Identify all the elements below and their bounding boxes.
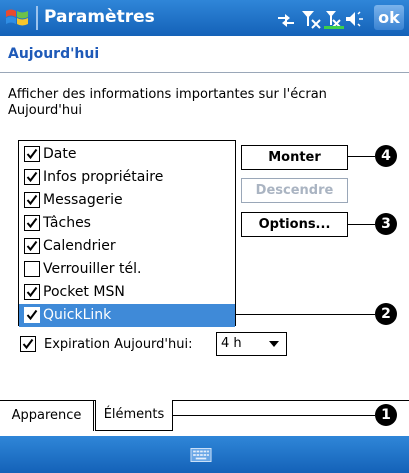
window-title: Paramètres xyxy=(44,7,155,27)
checkmark-icon xyxy=(22,338,34,350)
expiration-value: 4 h xyxy=(221,336,242,351)
ok-button[interactable]: ok xyxy=(374,5,404,30)
move-down-button[interactable]: Descendre xyxy=(241,178,348,203)
callout-line xyxy=(347,224,375,225)
description-text: Afficher des informations importantes su… xyxy=(8,87,327,118)
checkbox[interactable] xyxy=(24,307,40,323)
section-divider xyxy=(0,72,409,73)
callout-line xyxy=(347,156,375,157)
list-item-tasks[interactable]: Tâches xyxy=(19,212,235,235)
chevron-down-icon xyxy=(269,341,279,347)
connectivity-icon[interactable] xyxy=(278,14,294,27)
list-item-quicklink[interactable]: QuickLink xyxy=(19,304,235,327)
list-item-label: QuickLink xyxy=(43,307,112,323)
checkbox[interactable] xyxy=(24,169,40,185)
callout-line xyxy=(173,415,375,416)
checkbox[interactable] xyxy=(24,284,40,300)
checkbox[interactable] xyxy=(24,192,40,208)
list-item-label: Infos propriétaire xyxy=(43,169,164,185)
callout-2: 2 xyxy=(375,303,397,325)
title-bar: Paramètres ok xyxy=(0,0,409,36)
checkbox[interactable] xyxy=(24,261,40,277)
checkbox[interactable] xyxy=(24,215,40,231)
expiration-label: Expiration Aujourd'hui: xyxy=(44,337,193,352)
page-title: Aujourd'hui xyxy=(8,46,100,62)
list-item-label: Tâches xyxy=(43,215,91,231)
status-icons xyxy=(278,11,363,29)
checkmark-icon xyxy=(26,171,38,183)
move-up-button[interactable]: Monter xyxy=(241,145,348,170)
signal-off-icon[interactable] xyxy=(302,11,321,29)
callout-line xyxy=(235,314,375,315)
checkbox[interactable] xyxy=(24,238,40,254)
list-item-label: Calendrier xyxy=(43,238,116,254)
list-item-label: Pocket MSN xyxy=(43,284,125,300)
checkmark-icon xyxy=(26,217,38,229)
list-item-owner-info[interactable]: Infos propriétaire xyxy=(19,166,235,189)
tab-appearance[interactable]: Apparence xyxy=(0,401,94,431)
list-item-label: Messagerie xyxy=(43,192,123,208)
expiration-checkbox[interactable] xyxy=(20,336,36,352)
list-item-label: Verrouiller tél. xyxy=(43,261,142,277)
checkbox[interactable] xyxy=(24,146,40,162)
keyboard-icon[interactable] xyxy=(190,448,212,462)
expiration-select[interactable]: 4 h xyxy=(216,332,287,356)
checkmark-icon xyxy=(26,194,38,206)
signal-off-icon-2[interactable] xyxy=(324,11,344,29)
title-separator xyxy=(36,6,38,30)
tab-elements[interactable]: Éléments xyxy=(95,400,173,431)
list-item-label: Date xyxy=(43,146,77,162)
volume-icon[interactable] xyxy=(346,11,363,27)
callout-1: 1 xyxy=(375,404,397,426)
callout-4: 4 xyxy=(375,145,397,167)
checkmark-icon xyxy=(26,240,38,252)
list-item-calendar[interactable]: Calendrier xyxy=(19,235,235,258)
list-item-pocket-msn[interactable]: Pocket MSN xyxy=(19,281,235,304)
checkmark-icon xyxy=(26,148,38,160)
windows-start-icon[interactable] xyxy=(4,5,30,31)
list-item-date[interactable]: Date xyxy=(19,143,235,166)
checkmark-icon xyxy=(26,309,38,321)
list-item-messaging[interactable]: Messagerie xyxy=(19,189,235,212)
items-list[interactable]: Date Infos propriétaire Messagerie Tâche… xyxy=(18,140,236,327)
checkmark-icon xyxy=(26,286,38,298)
list-item-lock-phone[interactable]: Verrouiller tél. xyxy=(19,258,235,281)
options-button[interactable]: Options... xyxy=(241,212,348,237)
callout-3: 3 xyxy=(375,213,397,235)
